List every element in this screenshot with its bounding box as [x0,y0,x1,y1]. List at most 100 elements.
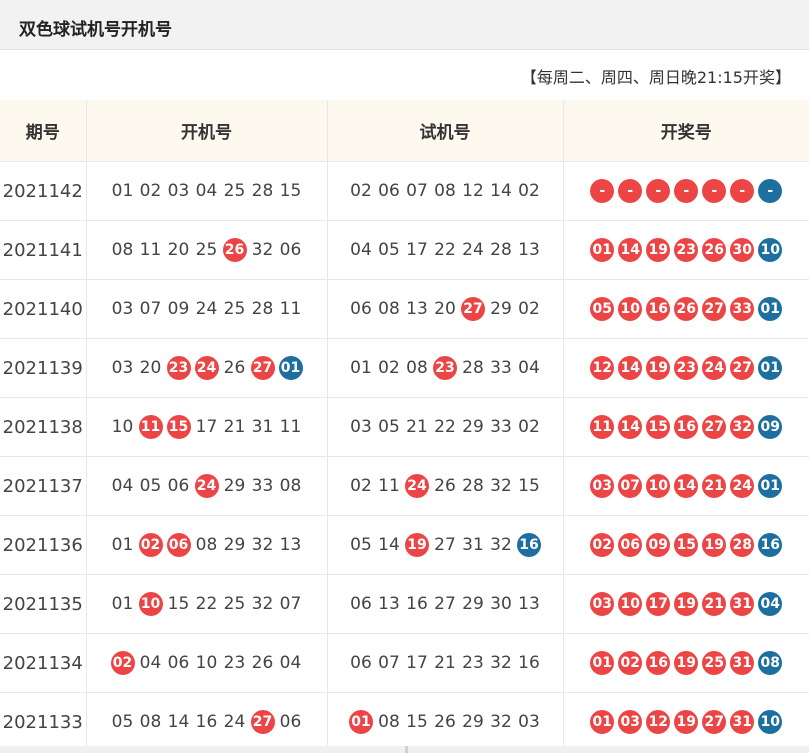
red-ball: 14 [618,238,643,262]
number: 23 [462,653,484,673]
red-ball: - [646,179,671,203]
number: 10 [111,417,134,437]
number: 25 [223,299,246,319]
red-ball: 19 [646,356,671,380]
results-body: 2021142 01 02 03 04 25 28 15 02 06 07 08 12 14 02- - - - -… [0,161,809,752]
red-ball: 23 [674,356,699,380]
red-ball: 19 [674,710,699,734]
number: 29 [223,535,246,555]
red-ball: 19 [702,533,727,557]
red-ball: 02 [110,651,135,675]
shiji-numbers: 06 07 17 21 23 32 16 [327,633,564,693]
draw-numbers: 02 06 09 15 19 28 16 [563,515,809,575]
scrollbar-thumb[interactable] [405,746,408,753]
number: 04 [350,240,372,260]
issue-number: 2021140 [0,279,87,339]
red-ball: 03 [618,710,643,734]
number: 11 [139,240,162,260]
red-ball: 14 [674,474,699,498]
number: 05 [139,476,162,496]
blue-ball: 09 [758,415,783,439]
number: 16 [195,712,218,732]
red-ball: 31 [730,710,755,734]
red-ball: 27 [250,356,275,380]
table-row: 2021133 05 08 14 16 24 27 06 01 08 15 26 29 32 03 01 03 1… [0,692,809,752]
number: 20 [167,240,190,260]
kaiji-numbers: 08 11 20 25 26 32 06 [86,220,328,280]
shiji-numbers: 06 13 16 27 29 30 13 [327,574,564,634]
blue-ball: 01 [758,474,783,498]
red-ball: 21 [702,592,727,616]
number: 05 [111,712,134,732]
red-ball: - [618,179,643,203]
red-ball: - [590,179,615,203]
draw-numbers: 05 10 16 26 27 33 01 [563,279,809,339]
red-ball: 05 [590,297,615,321]
number: 04 [518,358,540,378]
table-row: 2021139 03 20 23 24 26 27 01 01 02 08 23 28 33 04 12 14 1… [0,338,809,398]
number: 26 [434,712,456,732]
number: 21 [223,417,246,437]
table-row: 2021142 01 02 03 04 25 28 15 02 06 07 08 12 14 02- - - - -… [0,161,809,221]
blue-ball: - [758,179,783,203]
number: 24 [462,240,484,260]
shiji-numbers: 06 08 13 20 27 29 02 [327,279,564,339]
number: 25 [195,240,218,260]
number: 07 [406,181,428,201]
draw-numbers: 01 14 19 23 26 30 10 [563,220,809,280]
red-ball: 27 [702,710,727,734]
red-ball: 31 [730,592,755,616]
kaiji-numbers: 05 08 14 16 24 27 06 [86,692,328,752]
red-ball: 14 [618,415,643,439]
red-ball: 19 [405,533,429,557]
red-ball: 26 [702,238,727,262]
table-row: 2021140 03 07 09 24 25 28 11 06 08 13 20 27 29 02 05 10 1… [0,279,809,339]
red-ball: 15 [674,533,699,557]
draw-numbers: 01 03 12 19 27 31 10 [563,692,809,752]
red-ball: 06 [166,533,191,557]
title-bar: 双色球试机号开机号 [0,0,809,50]
shiji-numbers: 05 14 19 27 31 32 16 [327,515,564,575]
number: 01 [111,594,134,614]
number: 16 [406,594,428,614]
horizontal-scrollbar[interactable] [0,746,809,753]
number: 09 [167,299,190,319]
number: 13 [406,299,428,319]
number: 26 [251,653,274,673]
red-ball: 27 [702,415,727,439]
issue-number: 2021138 [0,397,87,457]
red-ball: 10 [646,474,671,498]
red-ball: - [674,179,699,203]
number: 03 [518,712,540,732]
number: 29 [462,712,484,732]
red-ball: 12 [590,356,615,380]
blue-ball: 01 [278,356,303,380]
number: 08 [195,535,218,555]
red-ball: 10 [138,592,163,616]
red-ball: 01 [590,710,615,734]
number: 05 [350,535,372,555]
number: 22 [434,417,456,437]
kaiji-numbers: 01 10 15 22 25 32 07 [86,574,328,634]
blue-ball: 08 [758,651,783,675]
number: 33 [490,358,512,378]
number: 02 [139,181,162,201]
number: 07 [378,653,400,673]
number: 13 [518,594,540,614]
number: 14 [490,181,512,201]
red-ball: 23 [674,238,699,262]
red-ball: 31 [730,651,755,675]
number: 32 [490,535,512,555]
kaiji-numbers: 10 11 15 17 21 31 11 [86,397,328,457]
number: 29 [223,476,246,496]
number: 17 [195,417,218,437]
number: 04 [195,181,218,201]
number: 06 [350,653,372,673]
draw-numbers: 03 07 10 14 21 24 01 [563,456,809,516]
number: 15 [406,712,428,732]
number: 27 [434,535,456,555]
number: 11 [279,417,302,437]
page-title: 双色球试机号开机号 [19,20,172,40]
red-ball: 19 [674,651,699,675]
number: 04 [139,653,162,673]
